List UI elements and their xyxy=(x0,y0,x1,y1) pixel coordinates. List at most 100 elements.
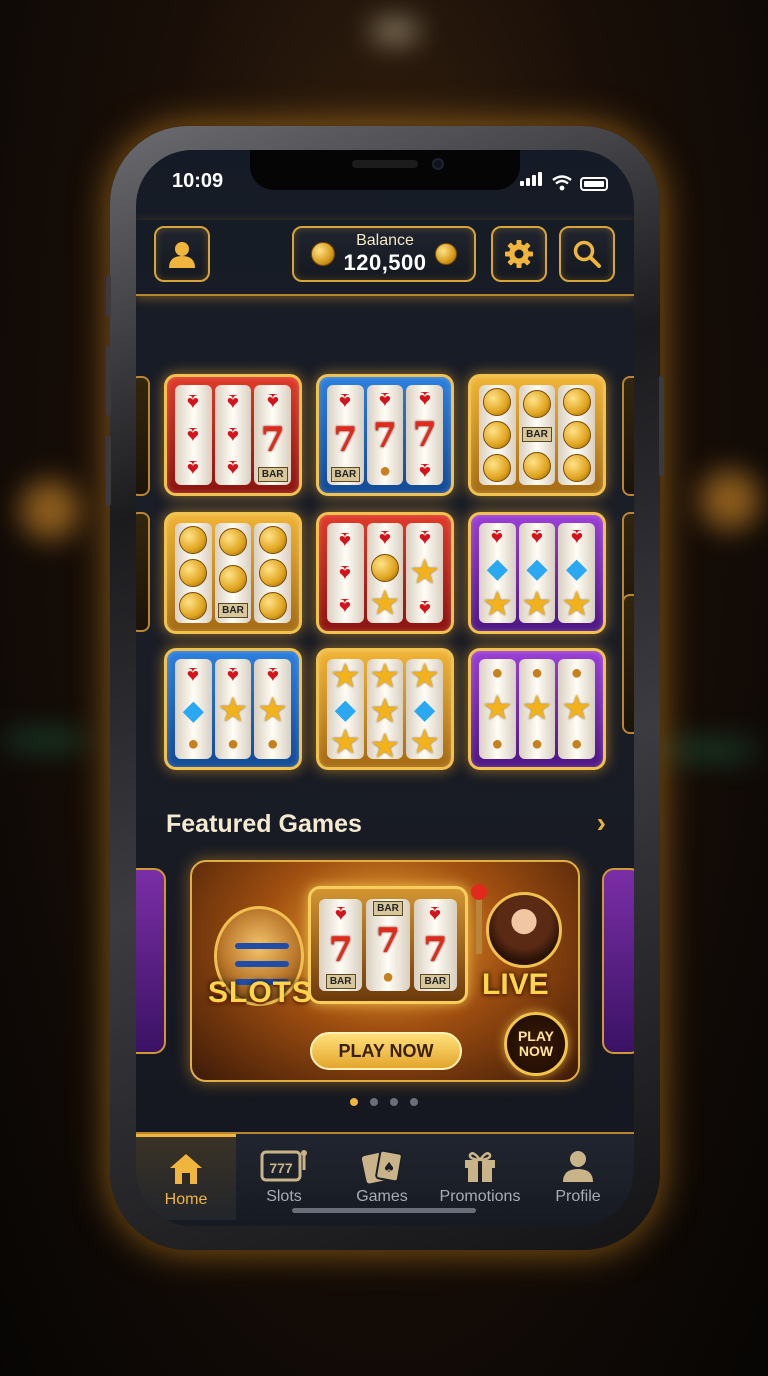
tab-profile[interactable]: Profile xyxy=(528,1134,628,1220)
cherry-icon: ♠ xyxy=(429,901,442,927)
svg-text:♠: ♠ xyxy=(383,1160,396,1176)
carousel-dot[interactable] xyxy=(410,1098,418,1106)
background-light xyxy=(0,730,90,750)
carousel-dot[interactable] xyxy=(350,1098,358,1106)
coin-icon xyxy=(179,592,208,621)
reel: ★ ★ ★ xyxy=(366,659,404,759)
featured-card-partial-left[interactable] xyxy=(136,868,166,1054)
balance-value: 120,500 xyxy=(343,250,427,275)
slot-game-tile[interactable]: ♠ ♠ ♠ ♠ ★ ♠ ★ ♠ xyxy=(316,512,454,634)
cherry-icon: ♠ xyxy=(227,422,239,448)
balance-display[interactable]: Balance 120,500 xyxy=(292,226,476,282)
featured-title: Featured Games xyxy=(166,810,362,838)
phone-screen: 10:09 Balance 120,500 ♠ ♠ ♠ ♠ ♠ ♠ ♠ 7 BA… xyxy=(136,150,634,1226)
profile-button[interactable] xyxy=(154,226,210,282)
reel xyxy=(558,385,596,485)
coin-icon xyxy=(523,452,551,481)
slot-game-tile[interactable]: ★ ◆ ★ ★ ★ ★ ★ ◆ ★ xyxy=(316,648,454,770)
home-icon xyxy=(167,1151,205,1189)
slot-game-tile[interactable]: BAR xyxy=(164,512,302,634)
slot-tile-partial-left[interactable] xyxy=(136,512,150,632)
cherry-icon: ♠ xyxy=(339,560,352,586)
play-now-button[interactable]: PLAY NOW xyxy=(310,1032,462,1070)
slot-tile-partial-right[interactable] xyxy=(622,594,634,734)
carousel-dot[interactable] xyxy=(390,1098,398,1106)
star-icon: ★ xyxy=(371,587,399,621)
slot-tile-partial-left[interactable] xyxy=(136,376,150,496)
tab-label: Slots xyxy=(266,1188,302,1205)
star-icon: ★ xyxy=(411,660,439,693)
star-icon: ★ xyxy=(371,660,399,693)
cherry-icon: ♠ xyxy=(227,662,239,688)
coin-icon xyxy=(179,558,208,587)
fruit-icon: ● xyxy=(570,662,583,685)
reel: ♠ ◆ ● xyxy=(175,659,212,759)
home-indicator xyxy=(292,1208,476,1213)
status-time: 10:09 xyxy=(172,170,224,192)
live-dealer-icon xyxy=(486,892,562,968)
reel: BAR 7 ● xyxy=(366,899,410,991)
cherry-icon: ♠ xyxy=(491,525,504,551)
slot-machine-icon: 777 xyxy=(260,1148,308,1186)
coin-icon xyxy=(219,565,247,594)
reel: BAR xyxy=(214,523,252,623)
slot-tile-partial-right[interactable] xyxy=(622,376,634,496)
slot-game-tile[interactable]: ♠ ◆ ● ♠ ★ ● ♠ ★ ● xyxy=(164,648,302,770)
coin-icon xyxy=(483,454,512,483)
seven-icon: 7 xyxy=(423,930,448,971)
carousel-dot[interactable] xyxy=(370,1098,378,1106)
notch xyxy=(250,150,520,190)
coin-stack-icon xyxy=(311,242,336,266)
phone-side-button xyxy=(106,346,111,416)
background-light xyxy=(700,470,760,530)
slot-game-tile[interactable]: BAR xyxy=(468,374,606,496)
star-icon: ★ xyxy=(563,692,591,726)
star-icon: ★ xyxy=(411,726,439,759)
star-icon: ★ xyxy=(411,556,439,590)
reel: ♠ ♠ ♠ xyxy=(327,523,364,623)
cherry-icon: ♠ xyxy=(334,901,347,927)
diamond-icon: ◆ xyxy=(566,552,587,583)
cherry-icon: ♠ xyxy=(266,662,279,688)
speaker-grille xyxy=(352,160,418,168)
star-icon: ★ xyxy=(219,693,247,727)
settings-button[interactable] xyxy=(491,226,547,282)
play-now-badge[interactable]: PLAY NOW xyxy=(504,1012,568,1076)
slot-game-tile[interactable]: ♠ ♠ ♠ ♠ ♠ ♠ ♠ 7 BAR xyxy=(164,374,302,496)
search-button[interactable] xyxy=(559,226,615,282)
fruit-icon: ● xyxy=(187,732,200,755)
reel: ♠ 7 BAR xyxy=(327,385,364,485)
featured-banner[interactable]: SLOTS ♠ 7 BAR BAR 7 ● ♠ 7 BAR LIVE PLAY NOW PLAY… xyxy=(190,860,580,1082)
chevron-right-icon[interactable]: › xyxy=(597,807,606,839)
tab-home[interactable]: Home xyxy=(136,1134,236,1220)
cherry-icon: ♠ xyxy=(418,458,431,484)
cherry-icon: ♠ xyxy=(187,663,200,689)
cherry-icon: ♠ xyxy=(570,525,583,551)
featured-card-partial-right[interactable] xyxy=(602,868,634,1054)
fruit-icon: ● xyxy=(570,732,583,755)
diamond-icon: ◆ xyxy=(335,694,356,724)
cherry-icon: ♠ xyxy=(227,456,239,482)
star-icon: ★ xyxy=(483,587,511,621)
carousel-dots xyxy=(350,1098,418,1106)
coin-icon xyxy=(258,592,287,621)
balance-label: Balance xyxy=(356,232,414,249)
coin-icon xyxy=(258,558,287,587)
star-icon: ★ xyxy=(371,730,399,759)
cherry-icon: ♠ xyxy=(187,389,200,415)
reel xyxy=(175,523,212,623)
bar-symbol: BAR xyxy=(257,466,288,482)
slot-game-tile[interactable]: ♠ ◆ ★ ♠ ◆ ★ ♠ ◆ ★ xyxy=(468,512,606,634)
lever-icon xyxy=(471,884,487,954)
gear-icon xyxy=(505,240,533,268)
tab-label: Home xyxy=(164,1191,208,1208)
gift-icon xyxy=(461,1148,499,1186)
phone-frame: 10:09 Balance 120,500 ♠ ♠ ♠ ♠ ♠ ♠ ♠ 7 BA… xyxy=(106,126,664,1250)
top-bar: Balance 120,500 xyxy=(136,220,634,296)
fruit-icon: ● xyxy=(381,965,395,988)
reel xyxy=(479,385,516,485)
slot-game-tile[interactable]: ● ★ ● ● ★ ● ● ★ ● xyxy=(468,648,606,770)
coin-icon xyxy=(562,420,591,449)
coin-icon xyxy=(258,525,287,554)
slot-game-tile[interactable]: ♠ 7 BAR ♠ 7 ● ♠ 7 ♠ xyxy=(316,374,454,496)
